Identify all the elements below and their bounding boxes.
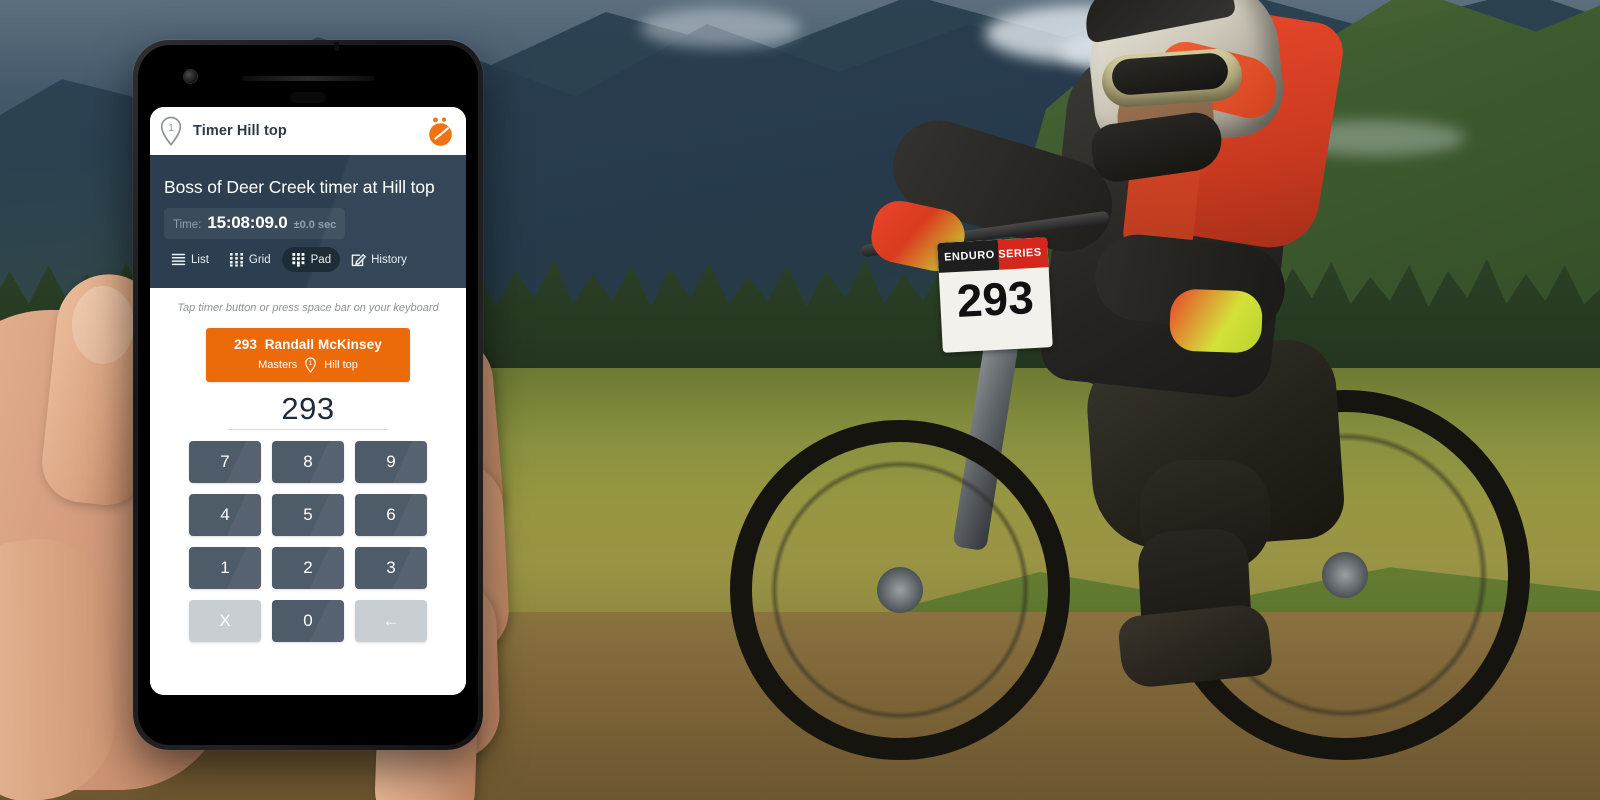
number-entry-underline bbox=[228, 429, 388, 430]
front-hub bbox=[877, 567, 923, 613]
fingernail bbox=[72, 286, 134, 364]
tab-grid-label: Grid bbox=[248, 253, 271, 266]
phone-body: 1 Timer Hill top Boss of Deer Creek time… bbox=[138, 42, 478, 745]
rider-card-location: Hill top bbox=[324, 359, 358, 371]
map-pin-icon: 1 bbox=[304, 357, 317, 373]
key-clear[interactable]: X bbox=[189, 600, 261, 642]
stopwatch-icon[interactable] bbox=[425, 116, 456, 147]
key-3[interactable]: 3 bbox=[355, 547, 427, 589]
time-precision: ±0.0 sec bbox=[293, 219, 337, 231]
number-entry-value: 293 bbox=[281, 391, 335, 426]
phone-device: 1 Timer Hill top Boss of Deer Creek time… bbox=[133, 40, 483, 750]
proximity-sensor bbox=[290, 92, 326, 103]
phone-bottom-bezel bbox=[138, 695, 478, 745]
tab-list[interactable]: List bbox=[162, 247, 218, 272]
tab-grid[interactable]: Grid bbox=[220, 247, 280, 272]
timer-headline: Boss of Deer Creek timer at Hill top bbox=[164, 177, 435, 197]
key-1[interactable]: 1 bbox=[189, 547, 261, 589]
key-8[interactable]: 8 bbox=[272, 441, 344, 483]
number-entry-display[interactable]: 293 bbox=[228, 390, 388, 430]
current-time-display: Time: 15:08:09.0 ±0.0 sec bbox=[164, 208, 346, 239]
grid-icon bbox=[229, 252, 244, 267]
tab-pad[interactable]: Pad bbox=[281, 247, 341, 272]
right-glove bbox=[1168, 288, 1264, 354]
race-number-plate: ENDURO SERIES 293 bbox=[937, 237, 1053, 353]
pencil-square-icon bbox=[351, 252, 367, 267]
timer-body: Tap timer button or press space bar on y… bbox=[150, 288, 466, 695]
key-6[interactable]: 6 bbox=[355, 494, 427, 536]
key-backspace[interactable]: ← bbox=[355, 600, 427, 642]
earpiece-speaker bbox=[242, 76, 374, 81]
numeric-keypad: 7 8 9 4 5 6 1 2 3 X 0 ← bbox=[189, 441, 427, 642]
view-mode-tabs: List Grid Pad History bbox=[150, 239, 466, 282]
timer-header: Boss of Deer Creek timer at Hill top Tim… bbox=[150, 155, 466, 288]
key-2[interactable]: 2 bbox=[272, 547, 344, 589]
screenshot-stage: ENDURO SERIES 293 1 Timer Hill top Boss … bbox=[0, 0, 1600, 800]
front-camera-icon bbox=[184, 70, 197, 83]
app-bar-title: Timer Hill top bbox=[193, 123, 287, 139]
phone-top-bezel bbox=[138, 42, 478, 107]
plate-number: 293 bbox=[955, 271, 1035, 327]
svg-text:1: 1 bbox=[309, 361, 313, 367]
selected-rider-card[interactable]: 293 Randall McKinsey Masters 1 Hill top bbox=[206, 328, 410, 382]
map-pin-icon: 1 bbox=[158, 115, 184, 147]
key-4[interactable]: 4 bbox=[189, 494, 261, 536]
pin-number: 1 bbox=[168, 123, 174, 134]
tab-pad-label: Pad bbox=[310, 253, 332, 266]
tab-history-label: History bbox=[371, 253, 407, 266]
rider-card-meta: Masters 1 Hill top bbox=[212, 357, 404, 373]
rider-card-name: 293 Randall McKinsey bbox=[212, 337, 404, 352]
phone-antenna-mark bbox=[334, 42, 339, 51]
key-7[interactable]: 7 bbox=[189, 441, 261, 483]
timer-app: 1 Timer Hill top Boss of Deer Creek time… bbox=[150, 107, 466, 695]
rear-hub bbox=[1322, 552, 1368, 598]
app-bar: 1 Timer Hill top bbox=[150, 107, 466, 155]
rider-card-number: 293 bbox=[234, 337, 257, 352]
keypad-icon bbox=[291, 252, 306, 267]
time-value: 15:08:09.0 bbox=[207, 213, 288, 232]
key-0[interactable]: 0 bbox=[272, 600, 344, 642]
list-icon bbox=[171, 252, 186, 267]
tab-list-label: List bbox=[191, 253, 209, 266]
keyboard-hint: Tap timer button or press space bar on y… bbox=[177, 302, 439, 314]
mountain-biker: ENDURO SERIES 293 bbox=[730, 0, 1540, 760]
rider-card-category: Masters bbox=[258, 359, 298, 371]
phone-screen: 1 Timer Hill top Boss of Deer Creek time… bbox=[150, 107, 466, 695]
key-5[interactable]: 5 bbox=[272, 494, 344, 536]
tab-history[interactable]: History bbox=[342, 247, 416, 272]
time-label: Time: bbox=[173, 219, 202, 231]
key-9[interactable]: 9 bbox=[355, 441, 427, 483]
cloud bbox=[640, 8, 800, 48]
rider-card-rider-name: Randall McKinsey bbox=[264, 337, 382, 352]
